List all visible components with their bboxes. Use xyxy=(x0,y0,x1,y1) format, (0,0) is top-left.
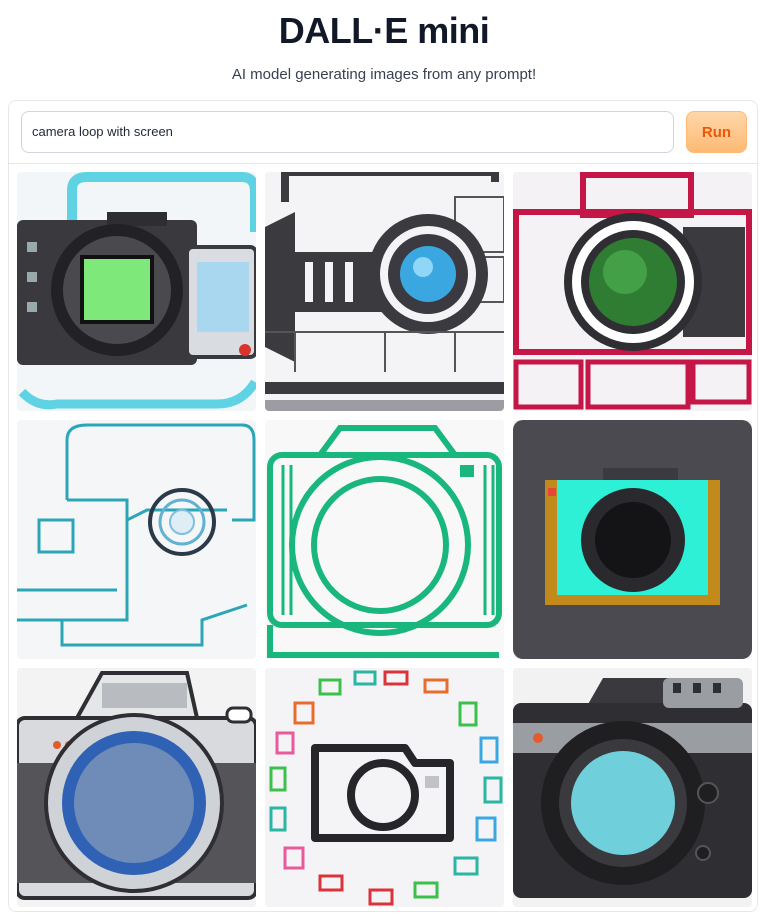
generated-image-8[interactable] xyxy=(265,668,504,907)
generated-image-1[interactable] xyxy=(17,172,256,411)
camera-screen-image xyxy=(17,172,256,411)
cyan-camera-image xyxy=(513,420,752,659)
green-line-camera-image xyxy=(265,420,504,659)
camera-lens-sketch-image xyxy=(265,172,504,411)
teal-line-camera-image xyxy=(17,420,256,659)
generated-image-4[interactable] xyxy=(17,420,256,659)
prompt-row: camera loop with screen Run xyxy=(9,101,759,164)
app-title: DALL·E mini xyxy=(278,10,490,51)
run-button[interactable]: Run xyxy=(686,111,747,153)
image-gallery xyxy=(17,172,752,907)
prompt-input[interactable]: camera loop with screen xyxy=(21,111,674,153)
generated-image-5[interactable] xyxy=(265,420,504,659)
generated-image-9[interactable] xyxy=(513,668,752,907)
dark-camera-image xyxy=(513,668,752,907)
generated-image-3[interactable] xyxy=(513,172,752,411)
app-subtitle: AI model generating images from any prom… xyxy=(231,66,537,83)
generator-panel: camera loop with screen Run xyxy=(8,100,759,912)
silver-camera-image xyxy=(17,668,256,907)
generated-image-7[interactable] xyxy=(17,668,256,907)
camera-circle-loop-image xyxy=(265,668,504,907)
generated-image-2[interactable] xyxy=(265,172,504,411)
red-camera-image xyxy=(513,172,752,411)
generated-image-6[interactable] xyxy=(513,420,752,659)
